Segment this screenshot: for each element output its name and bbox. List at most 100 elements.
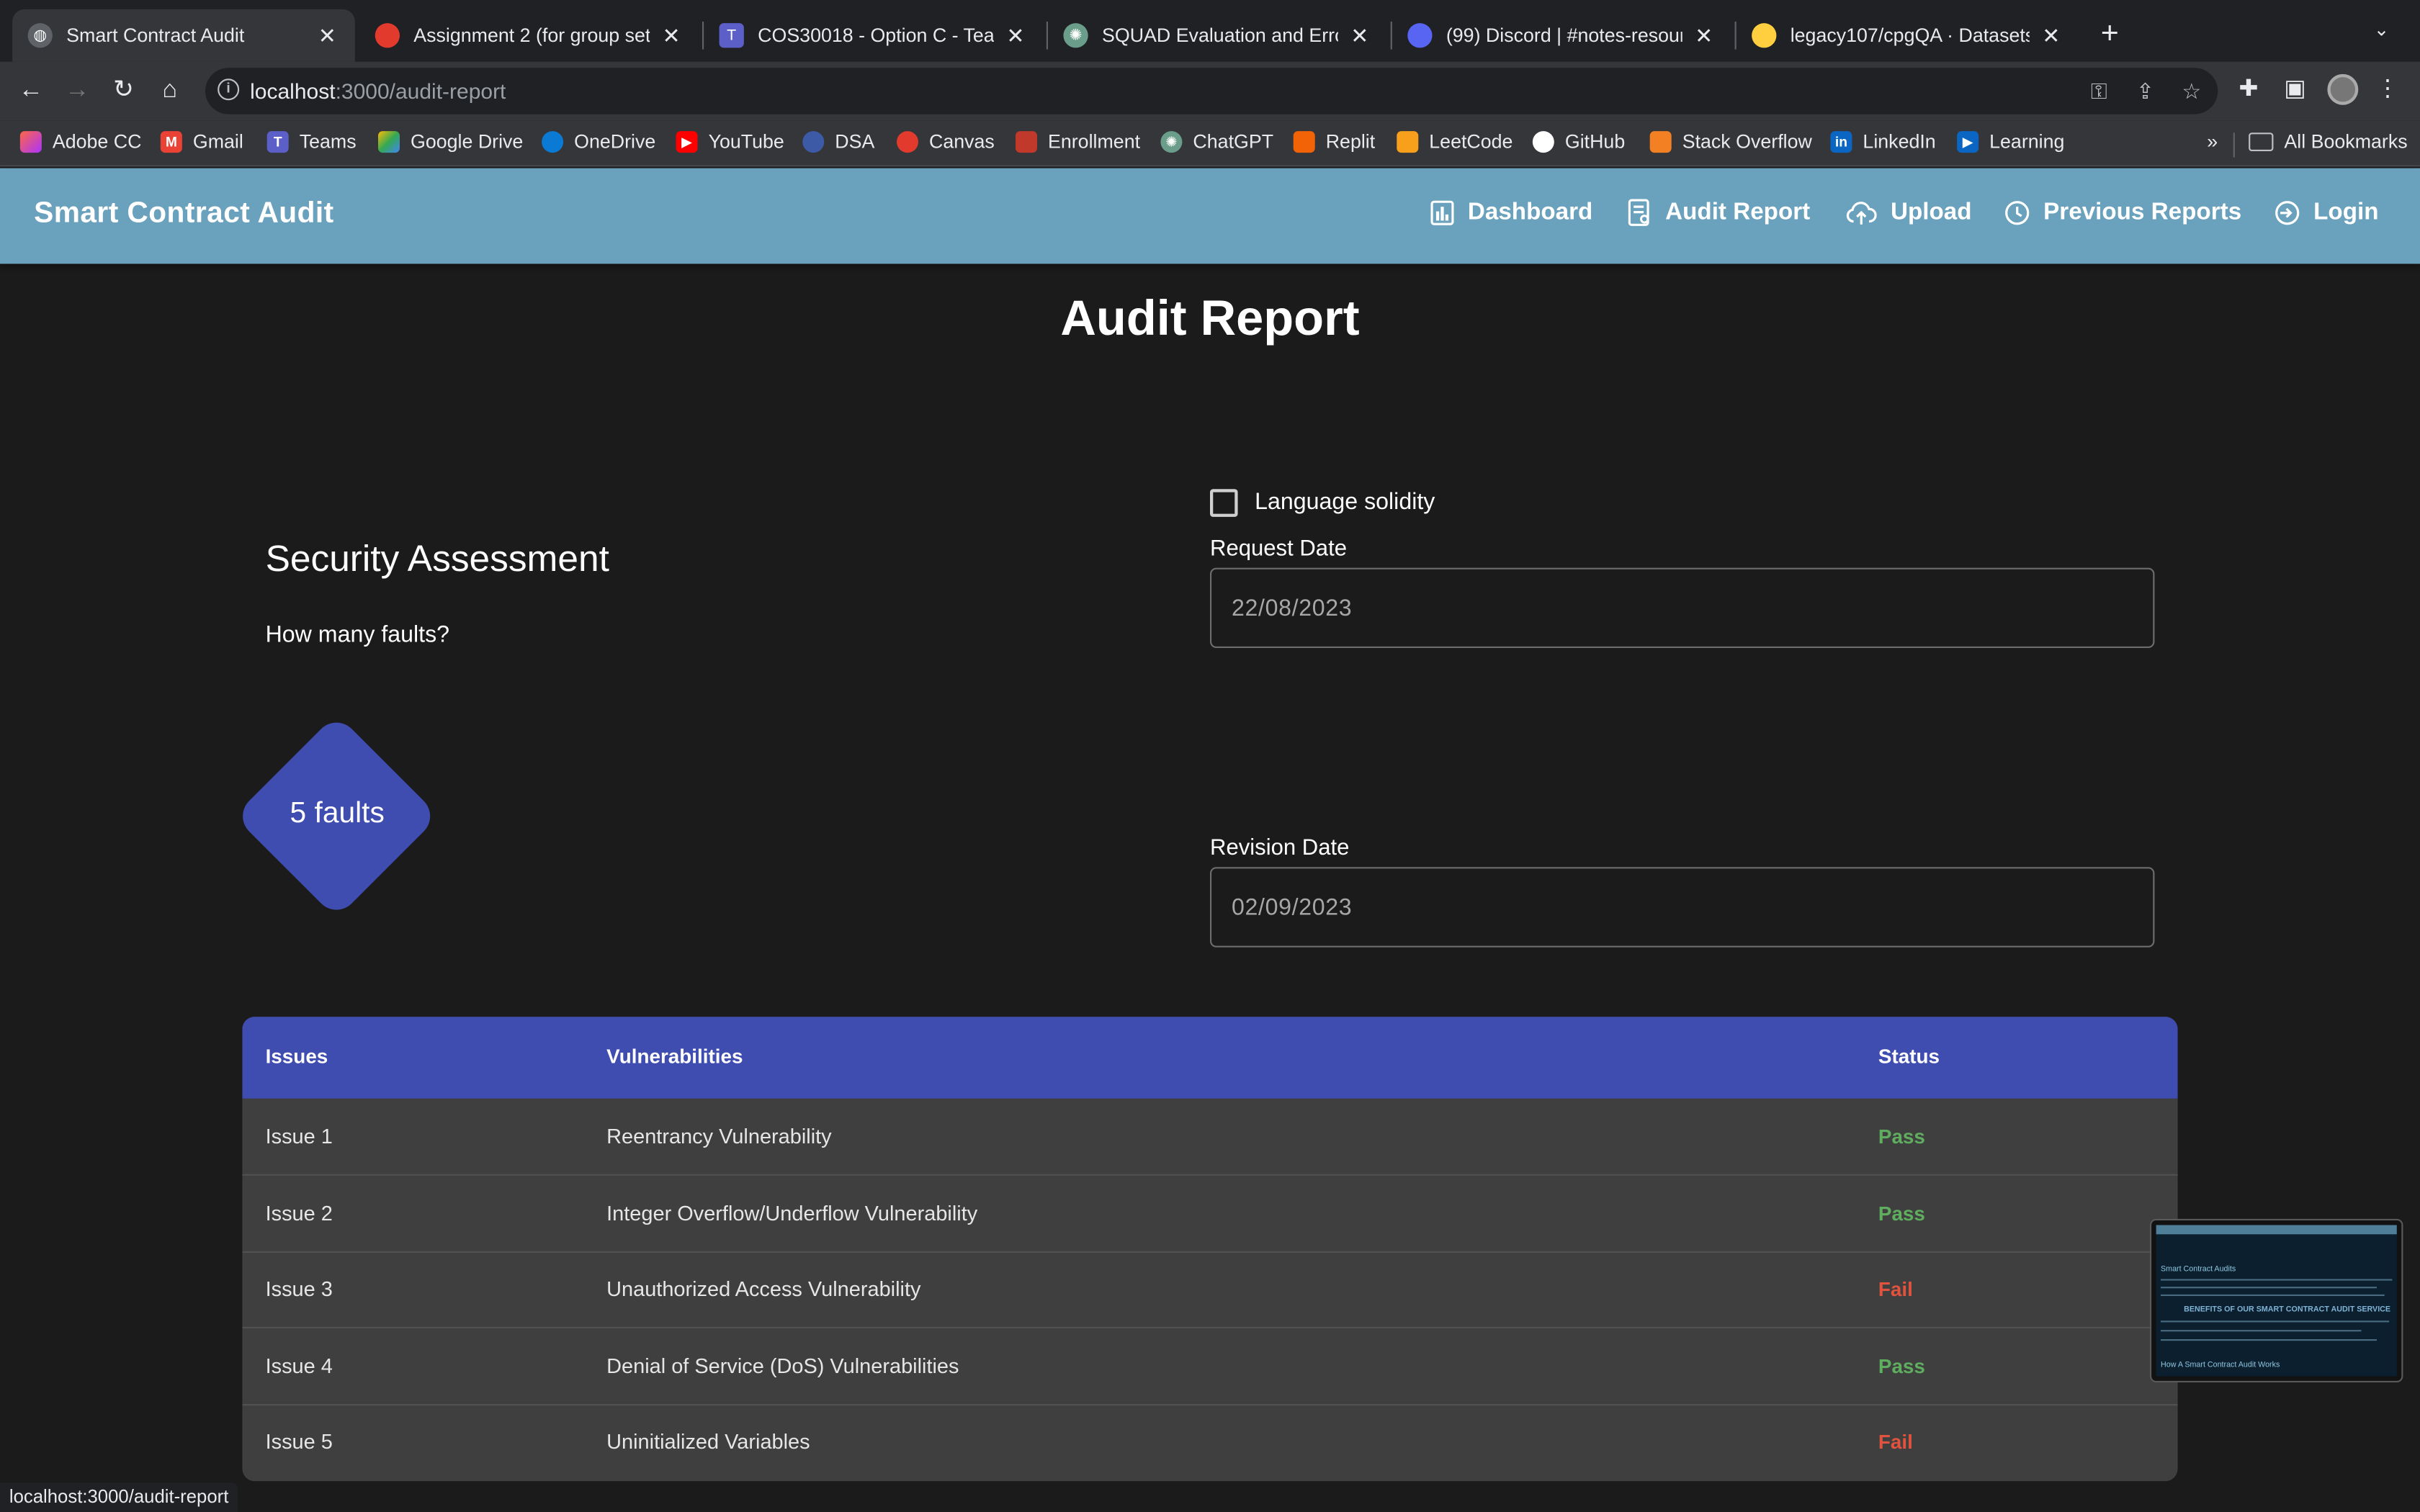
bookmark-star-icon[interactable]: ☆: [2179, 78, 2204, 103]
video-preview-thumbnail[interactable]: Smart Contract Audits BENEFITS OF OUR SM…: [2150, 1218, 2403, 1382]
tab-smart-contract-audit[interactable]: ◍ Smart Contract Audit ✕: [12, 9, 355, 62]
bookmark-label: Enrollment: [1048, 131, 1141, 153]
all-bookmarks-button[interactable]: All Bookmarks: [2249, 131, 2408, 153]
share-icon[interactable]: ⇪: [2133, 78, 2157, 103]
bookmark-label: Stack Overflow: [1682, 131, 1812, 153]
close-icon[interactable]: ✕: [659, 22, 684, 48]
table-row[interactable]: Issue 1 Reentrancy Vulnerability Pass: [242, 1099, 2178, 1176]
tab-title: Smart Contract Audit: [66, 24, 245, 47]
language-checkbox-label[interactable]: Language solidity: [1255, 489, 1435, 515]
address-url[interactable]: localhost:3000/audit-report: [250, 78, 506, 103]
url-host: localhost: [250, 78, 336, 104]
bookmark-learning[interactable]: ▶ Learning: [1957, 131, 2064, 153]
site-info-icon[interactable]: i: [218, 78, 240, 101]
bookmark-gmail[interactable]: M Gmail: [160, 131, 243, 153]
nav-label: Upload: [1891, 199, 1972, 225]
stack-overflow-icon: [1649, 131, 1672, 153]
bookmark-github[interactable]: GitHub: [1532, 131, 1625, 153]
forward-arrow-icon[interactable]: →: [62, 76, 93, 107]
issue-cell: Issue 2: [265, 1202, 333, 1225]
reload-icon[interactable]: ↻: [108, 76, 139, 107]
nav-audit-report[interactable]: Audit Report: [1628, 199, 1810, 227]
dashboard-chart-icon: [1430, 200, 1454, 225]
close-icon[interactable]: ✕: [1692, 22, 1716, 48]
column-header-issues[interactable]: Issues: [266, 1045, 328, 1068]
thumbnail-image: Smart Contract Audits BENEFITS OF OUR SM…: [2156, 1225, 2397, 1377]
bookmark-label: Adobe CC: [52, 131, 142, 153]
table-row[interactable]: Issue 2 Integer Overflow/Underflow Vulne…: [242, 1176, 2178, 1253]
bookmark-google-drive[interactable]: Google Drive: [378, 131, 523, 153]
status-badge: Pass: [1878, 1202, 1925, 1225]
bookmark-chatgpt[interactable]: ✺ ChatGPT: [1160, 131, 1273, 153]
nav-previous-reports[interactable]: Previous Reports: [2005, 199, 2241, 227]
tab-title: Assignment 2 (for group set 2): [413, 24, 650, 47]
close-icon[interactable]: ✕: [1003, 22, 1028, 48]
url-path: :3000/audit-report: [335, 78, 506, 104]
close-icon[interactable]: ✕: [315, 22, 339, 48]
cloud-upload-icon: [1846, 202, 1877, 225]
bookmark-enrollment[interactable]: Enrollment: [1016, 131, 1140, 153]
app-brand[interactable]: Smart Contract Audit: [34, 197, 334, 231]
browser-tab-strip: ◍ Smart Contract Audit ✕ Assignment 2 (f…: [0, 0, 2420, 62]
request-date-field[interactable]: 22/08/2023: [1210, 567, 2155, 648]
leetcode-icon: [1397, 131, 1419, 153]
column-header-vulnerabilities[interactable]: Vulnerabilities: [606, 1045, 743, 1068]
nav-dashboard[interactable]: Dashboard: [1430, 199, 1592, 227]
bookmark-teams[interactable]: T Teams: [266, 131, 357, 153]
tab-huggingface[interactable]: legacy107/cpgQA · Datasets a ✕: [1736, 9, 2079, 62]
kebab-menu-icon[interactable]: ⋮: [2374, 76, 2402, 104]
canvas-icon: [897, 131, 918, 153]
page-title: Audit Report: [1060, 289, 1360, 346]
tab-assignment-2[interactable]: Assignment 2 (for group set 2) ✕: [359, 9, 699, 62]
tab-discord[interactable]: (99) Discord | #notes-resourc ✕: [1392, 9, 1731, 62]
vulnerability-cell: Integer Overflow/Underflow Vulnerability: [606, 1202, 978, 1225]
table-row[interactable]: Issue 3 Unauthorized Access Vulnerabilit…: [242, 1251, 2178, 1328]
all-bookmarks-label: All Bookmarks: [2284, 131, 2408, 153]
bookmark-onedrive[interactable]: OneDrive: [542, 131, 655, 153]
bookmark-leetcode[interactable]: LeetCode: [1397, 131, 1512, 153]
status-badge: Fail: [1878, 1277, 1913, 1301]
bookmark-youtube[interactable]: ▶ YouTube: [676, 131, 784, 153]
bookmark-adobe-cc[interactable]: Adobe CC: [19, 131, 142, 153]
column-header-status[interactable]: Status: [1878, 1045, 1940, 1068]
bookmarks-overflow-button[interactable]: »: [2207, 131, 2218, 153]
home-icon[interactable]: ⌂: [154, 76, 185, 107]
close-icon[interactable]: ✕: [1348, 22, 1372, 48]
tab-cos30018[interactable]: T COS30018 - Option C - Team ✕: [704, 9, 1043, 62]
address-bar[interactable]: i localhost:3000/audit-report ⚿ ⇪ ☆: [205, 68, 2218, 114]
huggingface-icon: [1752, 23, 1777, 48]
back-arrow-icon[interactable]: ←: [15, 76, 46, 107]
tab-squad-evaluation[interactable]: ✺ SQUAD Evaluation and Error ✕: [1048, 9, 1387, 62]
tab-search-chevron-icon[interactable]: ⌄: [2374, 19, 2390, 40]
close-icon[interactable]: ✕: [2039, 22, 2063, 48]
vulnerability-cell: Unauthorized Access Vulnerability: [606, 1277, 921, 1301]
thumbnail-text-line: [2161, 1339, 2377, 1341]
revision-date-field[interactable]: 02/09/2023: [1210, 867, 2155, 948]
bookmark-replit[interactable]: Replit: [1293, 131, 1375, 153]
table-row[interactable]: Issue 5 Uninitialized Variables Fail: [242, 1404, 2177, 1481]
extensions-puzzle-icon[interactable]: ✚: [2235, 76, 2263, 104]
bookmark-label: Canvas: [929, 131, 995, 153]
report-document-icon: [1628, 199, 1649, 226]
bookmark-dsa[interactable]: DSA: [802, 131, 874, 153]
nav-upload[interactable]: Upload: [1846, 199, 1972, 227]
bookmark-label: Gmail: [192, 131, 243, 153]
canvas-icon: [375, 23, 400, 48]
bookmark-label: Learning: [1989, 131, 2065, 153]
side-panel-icon[interactable]: ▣: [2281, 76, 2309, 104]
tab-title: COS30018 - Option C - Team: [758, 24, 994, 47]
google-drive-icon: [378, 131, 400, 153]
bookmark-canvas[interactable]: Canvas: [897, 131, 995, 153]
key-icon[interactable]: ⚿: [2087, 78, 2111, 103]
profile-avatar[interactable]: [2327, 73, 2359, 105]
browser-toolbar: ← → ↻ ⌂ i localhost:3000/audit-report ⚿ …: [0, 61, 2420, 121]
nav-login[interactable]: Login: [2275, 199, 2379, 227]
new-tab-button[interactable]: +: [2094, 15, 2125, 52]
bookmark-linkedin[interactable]: in LinkedIn: [1830, 131, 1936, 153]
bookmark-stack-overflow[interactable]: Stack Overflow: [1649, 131, 1812, 153]
language-checkbox[interactable]: [1210, 489, 1238, 517]
bookmark-label: Teams: [299, 131, 357, 153]
table-row[interactable]: Issue 4 Denial of Service (DoS) Vulnerab…: [242, 1328, 2178, 1406]
bookmark-label: LinkedIn: [1863, 131, 1936, 153]
tab-title: (99) Discord | #notes-resourc: [1446, 24, 1682, 47]
